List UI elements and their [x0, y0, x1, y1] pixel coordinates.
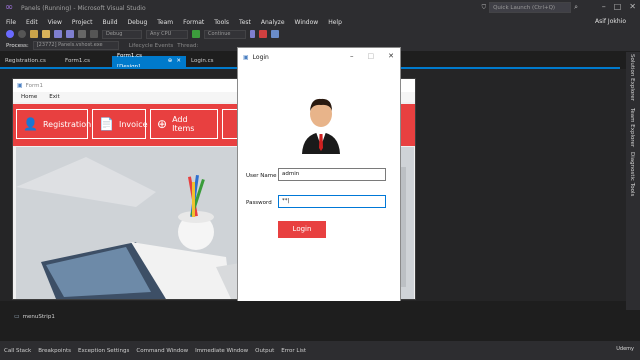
invoice-button[interactable]: 📄 Invoice	[92, 109, 148, 139]
menu-exit[interactable]: Exit	[49, 94, 59, 100]
menu-build[interactable]: Build	[102, 19, 117, 26]
minimize-icon[interactable]: –	[602, 2, 606, 11]
menu-home[interactable]: Home	[21, 94, 37, 100]
login-title: Login	[252, 53, 269, 61]
save-all-icon[interactable]	[66, 30, 74, 38]
tab-login-cs[interactable]: Login.cs	[186, 56, 236, 67]
menu-edit[interactable]: Edit	[26, 19, 38, 26]
vs-menu-bar: File Edit View Project Build Debug Team …	[0, 16, 640, 28]
user-icon: 👤	[23, 117, 38, 131]
continue-button[interactable]: Continue	[204, 29, 246, 39]
process-label: Process:	[6, 42, 29, 49]
vs-toolbar: Debug Any CPU Continue	[0, 28, 640, 40]
menu-tools[interactable]: Tools	[214, 19, 229, 26]
username-field[interactable]: admin	[278, 168, 386, 181]
side-panel-strip: Solution Explorer Team Explorer Diagnost…	[626, 52, 640, 310]
back-icon[interactable]	[6, 30, 14, 38]
menustrip-component[interactable]: ▭ menuStrip1	[14, 313, 55, 320]
pause-icon[interactable]	[250, 30, 255, 38]
tab-command-window[interactable]: Command Window	[136, 348, 188, 354]
menu-format[interactable]: Format	[183, 19, 204, 26]
close-tab-icon[interactable]: ✕	[176, 56, 181, 67]
password-label: Password	[246, 200, 272, 206]
restart-icon[interactable]	[271, 30, 279, 38]
process-select[interactable]: [23772] Panels.vshost.exe	[32, 41, 119, 50]
login-dialog[interactable]: ▣ Login – □ ✕ User Name admin Password *…	[237, 47, 401, 318]
new-project-icon[interactable]	[30, 30, 38, 38]
menu-window[interactable]: Window	[295, 19, 319, 26]
visual-studio-logo-icon: ∞	[4, 2, 14, 13]
tab-registration-cs[interactable]: Registration.cs	[0, 56, 60, 67]
menu-file[interactable]: File	[6, 19, 16, 26]
close-icon[interactable]: ✕	[629, 2, 636, 11]
invoice-icon: 📄	[99, 117, 114, 131]
menu-test[interactable]: Test	[239, 19, 251, 26]
menu-debug[interactable]: Debug	[128, 19, 148, 26]
user-name[interactable]: Asif Jokhio	[595, 16, 626, 28]
team-explorer-tab[interactable]: Team Explorer	[629, 108, 635, 147]
thread-label: Thread:	[177, 42, 199, 49]
tab-exception-settings[interactable]: Exception Settings	[78, 348, 129, 354]
tab-output[interactable]: Output	[255, 348, 274, 354]
forward-icon[interactable]	[18, 30, 26, 38]
component-tray: ▭ menuStrip1	[0, 301, 626, 341]
pin-icon[interactable]: ⊕	[168, 56, 173, 67]
redo-icon[interactable]	[90, 30, 98, 38]
lifecycle-events-button[interactable]: Lifecycle Events	[129, 43, 174, 49]
menu-analyze[interactable]: Analyze	[261, 19, 285, 26]
password-field[interactable]: **|	[278, 195, 386, 208]
maximize-icon[interactable]: □	[368, 52, 375, 60]
tab-immediate-window[interactable]: Immediate Window	[195, 348, 248, 354]
menu-project[interactable]: Project	[72, 19, 93, 26]
form-icon: ▣	[17, 82, 23, 89]
stop-icon[interactable]	[259, 30, 267, 38]
undo-icon[interactable]	[78, 30, 86, 38]
tab-error-list[interactable]: Error List	[281, 348, 306, 354]
search-icon[interactable]: ⌕	[574, 3, 578, 12]
quick-launch-input[interactable]: Quick Launch (Ctrl+Q)	[489, 2, 572, 13]
add-items-button[interactable]: ⊕ Add Items	[150, 109, 218, 139]
watermark: Udemy	[616, 346, 634, 352]
user-avatar-icon	[302, 98, 340, 154]
close-icon[interactable]: ✕	[388, 52, 394, 60]
diagnostic-tools-tab[interactable]: Diagnostic Tools	[629, 152, 635, 196]
solution-explorer-tab[interactable]: Solution Explorer	[629, 54, 635, 101]
filter-icon[interactable]: ⛉	[482, 4, 487, 12]
menu-team[interactable]: Team	[157, 19, 173, 26]
maximize-icon[interactable]: □	[614, 2, 622, 11]
username-label: User Name	[246, 173, 277, 179]
vs-title-bar: ∞ Panels (Running) - Microsoft Visual St…	[0, 0, 640, 16]
menustrip-icon: ▭	[14, 313, 20, 320]
bottom-tool-tabs: Call Stack Breakpoints Exception Setting…	[0, 341, 640, 360]
open-icon[interactable]	[42, 30, 50, 38]
tab-form1-cs[interactable]: Form1.cs	[60, 56, 112, 67]
tab-breakpoints[interactable]: Breakpoints	[38, 348, 71, 354]
platform-select[interactable]: Any CPU	[146, 29, 188, 39]
configuration-select[interactable]: Debug	[102, 29, 142, 39]
minimize-icon[interactable]: –	[350, 52, 354, 60]
form-icon: ▣	[243, 53, 249, 61]
registration-button[interactable]: 👤 Registration	[16, 109, 91, 139]
continue-icon[interactable]	[192, 30, 200, 38]
add-icon: ⊕	[157, 117, 168, 131]
window-title: Panels (Running) - Microsoft Visual Stud…	[21, 4, 146, 12]
tab-form1-design[interactable]: Form1.cs [Design]⊕✕	[112, 53, 186, 70]
menu-view[interactable]: View	[48, 19, 62, 26]
menu-help[interactable]: Help	[328, 19, 342, 26]
tab-call-stack[interactable]: Call Stack	[4, 348, 31, 354]
save-icon[interactable]	[54, 30, 62, 38]
login-button[interactable]: Login	[278, 221, 326, 238]
